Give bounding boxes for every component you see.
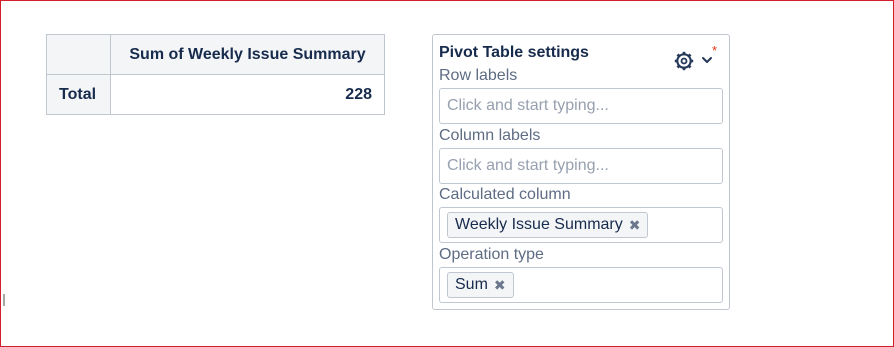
- required-marker: *: [712, 43, 718, 58]
- operation-type-label: Operation type: [439, 246, 544, 263]
- row-labels-input[interactable]: Click and start typing...: [439, 88, 723, 124]
- edge-marker: [3, 294, 5, 306]
- gear-icon[interactable]: [674, 51, 694, 71]
- row-labels-label: Row labels: [439, 67, 518, 84]
- calculated-column-tag: Weekly Issue Summary ✖: [447, 212, 649, 238]
- operation-type-tag-label: Sum: [455, 276, 488, 293]
- pivot-result-table: Sum of Weekly Issue Summary Total 228: [46, 34, 385, 115]
- pivot-settings-panel: Pivot Table settings * Row labels Click …: [432, 34, 730, 310]
- corner-cell: [46, 34, 111, 75]
- total-value: 228: [110, 74, 385, 115]
- table-row: Total 228: [46, 74, 385, 115]
- column-labels-placeholder: Click and start typing...: [447, 157, 609, 174]
- panel-title: Pivot Table settings: [439, 44, 589, 61]
- row-header-total: Total: [46, 74, 111, 115]
- row-labels-placeholder: Click and start typing...: [447, 97, 609, 114]
- column-labels-input[interactable]: Click and start typing...: [439, 148, 723, 184]
- calculated-column-tag-label: Weekly Issue Summary: [455, 216, 623, 233]
- remove-tag-icon[interactable]: ✖: [629, 217, 641, 234]
- operation-type-input[interactable]: Sum ✖: [439, 267, 723, 303]
- column-header: Sum of Weekly Issue Summary: [110, 34, 385, 75]
- remove-tag-icon[interactable]: ✖: [494, 277, 506, 294]
- operation-type-tag: Sum ✖: [447, 272, 514, 298]
- table-header-row: Sum of Weekly Issue Summary: [46, 34, 385, 75]
- column-labels-label: Column labels: [439, 127, 541, 144]
- calculated-column-label: Calculated column: [439, 186, 571, 203]
- calculated-column-input[interactable]: Weekly Issue Summary ✖: [439, 207, 723, 243]
